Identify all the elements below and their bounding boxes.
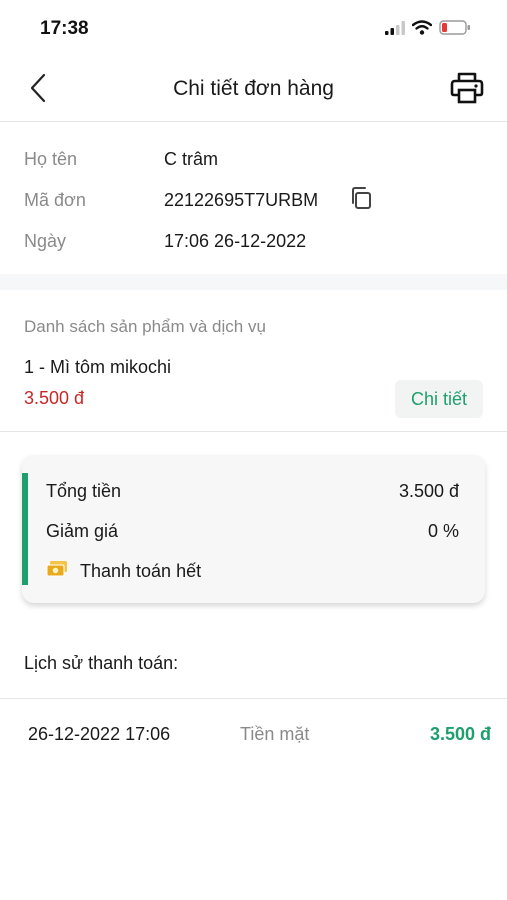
money-icon [46,560,68,583]
wifi-icon [411,20,433,40]
paid-status-label: Thanh toán hết [80,560,202,581]
product-detail-button[interactable]: Chi tiết [395,380,483,418]
discount-value: 0 % [427,520,459,541]
discount-row: Giảm giá 0 % [46,517,459,545]
payment-method: Tiền mặt [240,723,310,744]
history-divider [0,698,507,699]
info-row-code: Mã đơn 22122695T7URBM [24,185,483,215]
name-label: Họ tên [24,148,78,169]
copy-icon [349,186,373,215]
status-bar: 17:38 [0,0,507,58]
copy-button[interactable] [348,186,374,215]
product-list-section: Danh sách sản phẩm và dịch vụ 1 - Mì tôm… [0,290,507,432]
name-value: C trâm [164,148,218,169]
products-heading: Danh sách sản phẩm và dịch vụ [24,317,266,336]
signal-icon [385,20,405,40]
total-label: Tổng tiền [46,480,122,501]
discount-label: Giảm giá [46,520,119,541]
summary-accent-bar [22,473,28,585]
status-time: 17:38 [40,18,89,39]
status-icons [385,20,471,40]
payment-amount: 3.500 đ [429,723,491,744]
date-label: Ngày [24,230,67,251]
print-button[interactable] [447,70,487,110]
order-code-value: 22122695T7URBM [164,189,319,210]
total-row: Tổng tiền 3.500 đ [46,477,459,505]
total-value: 3.500 đ [398,480,459,501]
paid-status-row: Thanh toán hết [46,557,201,585]
product-name: 1 - Mì tôm mikochi [24,357,172,377]
payment-history-row: 26-12-2022 17:06 Tiền mặt 3.500 đ [28,720,491,748]
info-row-name: Họ tên C trâm [24,144,483,174]
section-separator [0,274,507,290]
payment-datetime: 26-12-2022 17:06 [28,723,171,744]
product-price: 3.500 đ [24,388,85,408]
order-info-section: Họ tên C trâm Mã đơn 22122695T7URBM Ngày… [0,122,507,274]
payment-summary-card: Tổng tiền 3.500 đ Giảm giá 0 % Thanh toá… [22,455,485,603]
header: Chi tiết đơn hàng [0,58,507,122]
date-value: 17:06 26-12-2022 [164,230,307,251]
battery-icon [439,20,471,40]
info-row-date: Ngày 17:06 26-12-2022 [24,226,483,256]
page-title: Chi tiết đơn hàng [173,77,334,100]
printer-icon [450,72,484,109]
order-detail-screen: 17:38 Chi tiết đơn hàng Họ tên C trâm Mã… [0,0,507,900]
payment-history-heading: Lịch sử thanh toán: [24,653,179,673]
order-code-label: Mã đơn [24,189,86,210]
